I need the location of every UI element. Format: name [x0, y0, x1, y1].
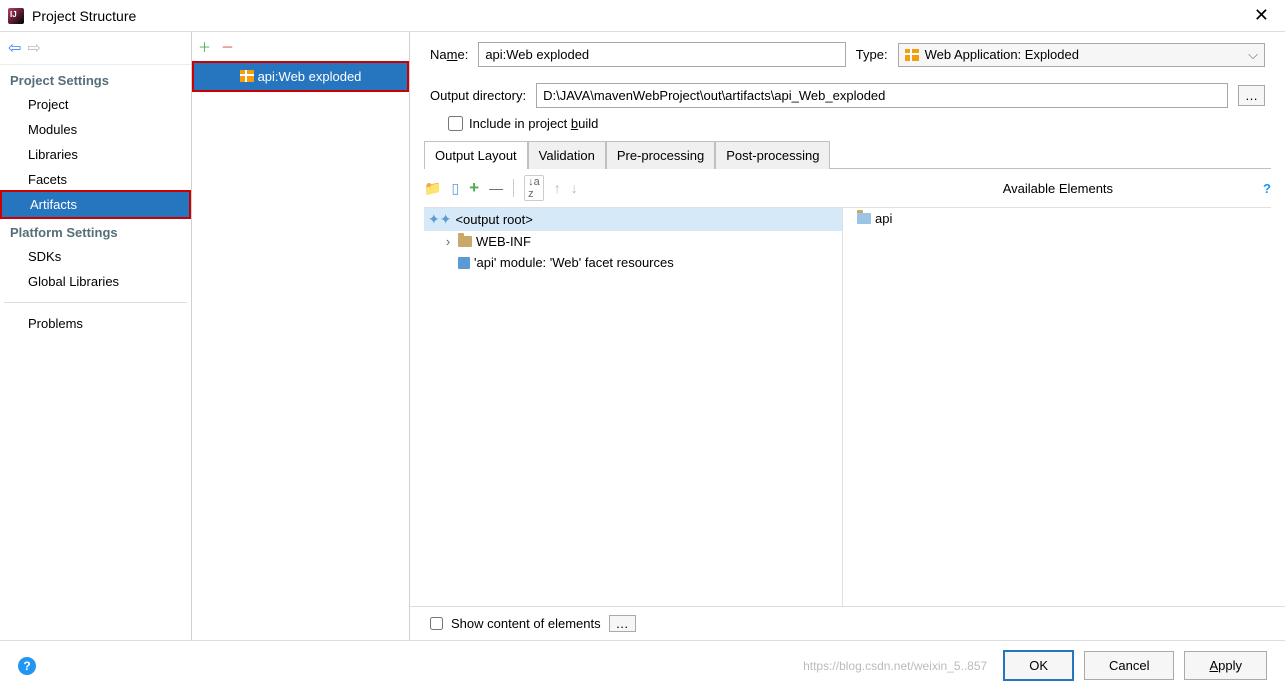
sidebar-item-problems[interactable]: Problems	[0, 311, 191, 336]
artifact-label: api:Web exploded	[258, 69, 362, 84]
output-toolbar: 📁 ▯ + — ↓az ↑ ↓ Available Elements ?	[410, 169, 1285, 207]
module-icon	[458, 257, 470, 269]
show-content-more-button[interactable]: …	[609, 615, 636, 632]
tab-validation[interactable]: Validation	[528, 141, 606, 169]
web-inf-label: WEB-INF	[476, 234, 531, 249]
add-output-icon[interactable]: +	[469, 178, 479, 198]
expand-icon[interactable]: ›	[442, 234, 454, 249]
nav-forward-icon[interactable]: ⇨	[27, 38, 40, 58]
name-input[interactable]	[478, 42, 845, 67]
cancel-button[interactable]: Cancel	[1084, 651, 1174, 680]
module-folder-icon	[857, 213, 871, 224]
move-down-icon[interactable]: ↓	[571, 180, 578, 196]
remove-artifact-icon[interactable]: －	[221, 40, 234, 55]
help-icon[interactable]: ?	[1263, 181, 1271, 196]
remove-output-icon[interactable]: —	[489, 180, 503, 196]
platform-settings-header: Platform Settings	[0, 217, 191, 244]
tab-pre-processing[interactable]: Pre-processing	[606, 141, 715, 169]
new-folder-icon[interactable]: 📁	[424, 180, 441, 197]
tab-output-layout[interactable]: Output Layout	[424, 141, 528, 169]
artifact-list-item[interactable]: api:Web exploded	[192, 61, 409, 92]
show-content-label: Show content of elements	[451, 616, 601, 631]
available-item-api[interactable]: api	[853, 208, 1271, 229]
sidebar-item-sdks[interactable]: SDKs	[0, 244, 191, 269]
project-settings-header: Project Settings	[0, 65, 191, 92]
artifact-icon	[240, 70, 254, 82]
include-in-build-label: Include in project build	[469, 116, 598, 131]
window-title: Project Structure	[32, 8, 136, 24]
output-root-label: <output root>	[455, 212, 532, 227]
nav-back-icon[interactable]: ⇦	[8, 38, 21, 58]
titlebar: Project Structure ✕	[0, 0, 1285, 32]
available-elements-tree[interactable]: api	[843, 208, 1271, 606]
watermark-text: https://blog.csdn.net/weixin_5..857	[46, 659, 993, 673]
show-content-checkbox[interactable]	[430, 617, 443, 630]
sidebar: ⇦ ⇨ Project Settings Project Modules Lib…	[0, 32, 192, 640]
available-elements-header: Available Elements	[1003, 181, 1113, 196]
sidebar-item-facets[interactable]: Facets	[0, 167, 191, 192]
close-icon[interactable]: ✕	[1246, 5, 1277, 26]
outdir-label: Output directory:	[430, 88, 526, 103]
toolbar-separator	[513, 179, 514, 197]
footer: ? https://blog.csdn.net/weixin_5..857 OK…	[0, 640, 1285, 690]
chevron-down-icon: ⌵	[1248, 47, 1258, 63]
app-icon	[8, 8, 24, 24]
output-tree[interactable]: ✦✦ <output root> › WEB-INF 'api' module:…	[424, 208, 843, 606]
sidebar-item-global-libraries[interactable]: Global Libraries	[0, 269, 191, 294]
type-icon	[905, 49, 919, 61]
tree-web-inf[interactable]: › WEB-INF	[424, 231, 842, 252]
type-value: Web Application: Exploded	[925, 47, 1079, 62]
output-root-icon: ✦✦	[428, 211, 451, 228]
sidebar-item-project[interactable]: Project	[0, 92, 191, 117]
footer-help-icon[interactable]: ?	[18, 657, 36, 675]
tree-facet-resources[interactable]: 'api' module: 'Web' facet resources	[424, 252, 842, 273]
sidebar-item-modules[interactable]: Modules	[0, 117, 191, 142]
ok-button[interactable]: OK	[1003, 650, 1074, 681]
tabs: Output Layout Validation Pre-processing …	[424, 141, 1271, 169]
folder-icon	[458, 236, 472, 247]
output-directory-input[interactable]	[536, 83, 1228, 108]
sidebar-item-libraries[interactable]: Libraries	[0, 142, 191, 167]
move-up-icon[interactable]: ↑	[554, 180, 561, 196]
main-panel: Name: Type: Web Application: Exploded ⌵ …	[410, 32, 1285, 640]
facet-label: 'api' module: 'Web' facet resources	[474, 255, 674, 270]
sort-az-icon[interactable]: ↓az	[524, 175, 544, 201]
artifact-list-panel: ＋ － api:Web exploded	[192, 32, 410, 640]
tree-output-root[interactable]: ✦✦ <output root>	[424, 208, 842, 231]
sidebar-item-artifacts[interactable]: Artifacts	[0, 190, 191, 219]
add-artifact-icon[interactable]: ＋	[198, 40, 211, 55]
new-archive-icon[interactable]: ▯	[451, 180, 459, 197]
type-select[interactable]: Web Application: Exploded ⌵	[898, 43, 1265, 67]
apply-button[interactable]: Apply	[1184, 651, 1267, 680]
sidebar-separator	[4, 302, 187, 303]
include-in-build-checkbox[interactable]	[448, 116, 463, 131]
available-api-label: api	[875, 211, 892, 226]
name-label: Name:	[430, 47, 468, 62]
browse-button[interactable]: …	[1238, 85, 1265, 106]
tab-post-processing[interactable]: Post-processing	[715, 141, 830, 169]
type-label: Type:	[856, 47, 888, 62]
